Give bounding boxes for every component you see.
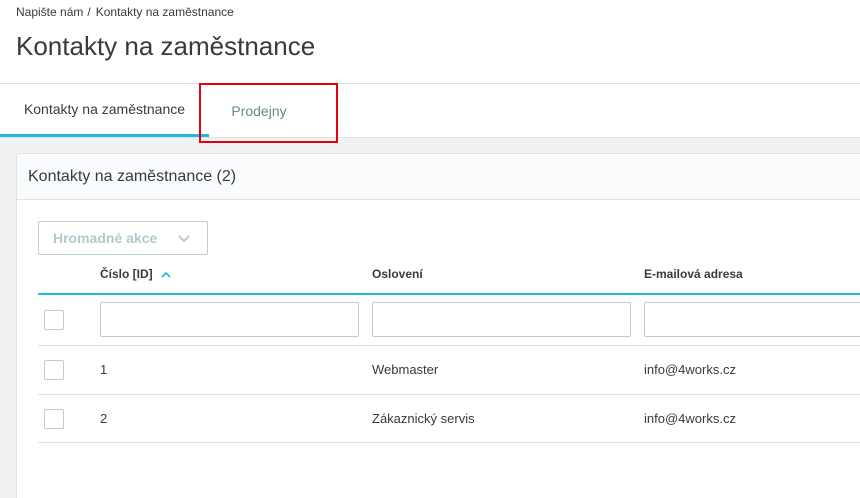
- breadcrumb-item-parent[interactable]: Napište nám: [16, 5, 83, 19]
- page-header: Napište nám / Kontakty na zaměstnance Kont…: [0, 0, 860, 84]
- chevron-down-icon: [177, 231, 191, 248]
- cell-id: 1: [100, 362, 108, 377]
- cell-email: info@4works.cz: [644, 362, 736, 377]
- row-divider: [38, 394, 860, 395]
- cell-name: Zákaznický servis: [372, 411, 475, 426]
- cell-name: Webmaster: [372, 362, 439, 377]
- column-header-email[interactable]: E-mailová adresa: [644, 267, 743, 281]
- filter-email-input[interactable]: [644, 302, 860, 337]
- row-checkbox[interactable]: [44, 360, 64, 380]
- tab-bar: Kontakty na zaměstnance Prodejny: [0, 84, 860, 138]
- cell-email: info@4works.cz: [644, 411, 736, 426]
- column-header-name[interactable]: Oslovení: [372, 267, 423, 281]
- column-header-id[interactable]: Číslo [ID]: [100, 267, 171, 282]
- card-title: Kontakty na zaměstnance (2): [17, 154, 860, 200]
- filter-name-input[interactable]: [372, 302, 631, 337]
- column-header-id-label: Číslo [ID]: [100, 267, 153, 281]
- page-title: Kontakty na zaměstnance: [16, 31, 316, 61]
- tab-employee-contacts[interactable]: Kontakty na zaměstnance: [0, 84, 209, 137]
- breadcrumb: Napište nám / Kontakty na zaměstnance: [16, 5, 234, 19]
- chevron-up-icon[interactable]: [161, 268, 171, 282]
- breadcrumb-separator: /: [87, 5, 91, 19]
- table-header-underline: [38, 293, 860, 295]
- bulk-actions-label: Hromadné akce: [53, 230, 158, 246]
- contacts-card: Kontakty na zaměstnance (2) Hromadné akc…: [16, 153, 860, 498]
- tab-stores[interactable]: Prodejny: [209, 84, 337, 137]
- row-divider: [38, 442, 860, 443]
- breadcrumb-item-current: Kontakty na zaměstnance: [95, 5, 234, 19]
- bulk-actions-button[interactable]: Hromadné akce: [38, 221, 208, 255]
- cell-id: 2: [100, 411, 108, 426]
- row-divider: [38, 345, 860, 346]
- select-all-checkbox[interactable]: [44, 310, 64, 330]
- filter-id-input[interactable]: [100, 302, 359, 337]
- row-checkbox[interactable]: [44, 409, 64, 429]
